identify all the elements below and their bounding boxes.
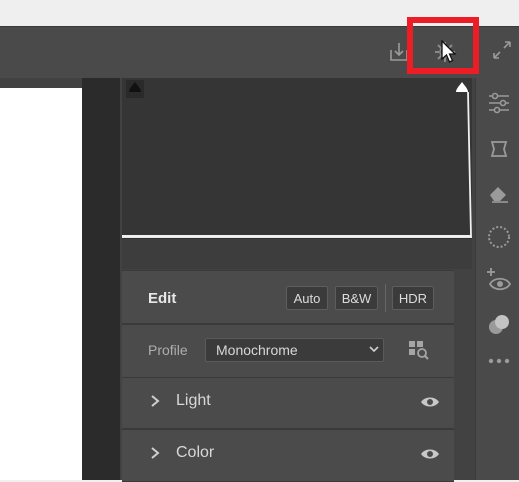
more-icon[interactable] bbox=[486, 354, 512, 368]
profile-browser-icon[interactable] bbox=[408, 340, 430, 360]
canvas-gap bbox=[0, 78, 82, 88]
selection-circle-icon[interactable] bbox=[486, 224, 512, 250]
chevron-right-icon bbox=[151, 447, 160, 459]
crop-icon[interactable] bbox=[487, 137, 511, 161]
button-separator bbox=[385, 284, 386, 312]
chevron-down-icon bbox=[369, 346, 379, 353]
color-section[interactable] bbox=[122, 429, 454, 482]
edit-sliders-icon[interactable] bbox=[486, 90, 512, 116]
profile-label: Profile bbox=[148, 342, 188, 358]
light-label: Light bbox=[176, 392, 211, 409]
expand-icon[interactable] bbox=[490, 38, 514, 62]
eye-icon[interactable] bbox=[420, 447, 440, 461]
highlight-box bbox=[407, 17, 479, 74]
image-canvas bbox=[0, 88, 82, 480]
bw-button[interactable]: B&W bbox=[335, 286, 378, 310]
eraser-icon[interactable] bbox=[486, 180, 512, 206]
eye-icon[interactable] bbox=[420, 395, 440, 409]
hdr-button[interactable]: HDR bbox=[392, 286, 434, 310]
redeye-icon[interactable] bbox=[484, 266, 514, 294]
white-point-handle[interactable] bbox=[452, 80, 472, 98]
tone-curve[interactable] bbox=[122, 78, 474, 238]
edit-title: Edit bbox=[148, 290, 177, 307]
curve-footer bbox=[122, 238, 472, 269]
canvas-divider bbox=[82, 78, 120, 480]
black-point-handle[interactable] bbox=[126, 80, 144, 98]
mask-icon[interactable] bbox=[486, 312, 512, 338]
light-section[interactable] bbox=[122, 377, 454, 429]
profile-value: Monochrome bbox=[216, 342, 298, 358]
color-label: Color bbox=[176, 444, 215, 461]
chevron-right-icon bbox=[151, 395, 160, 407]
auto-button[interactable]: Auto bbox=[286, 286, 328, 310]
